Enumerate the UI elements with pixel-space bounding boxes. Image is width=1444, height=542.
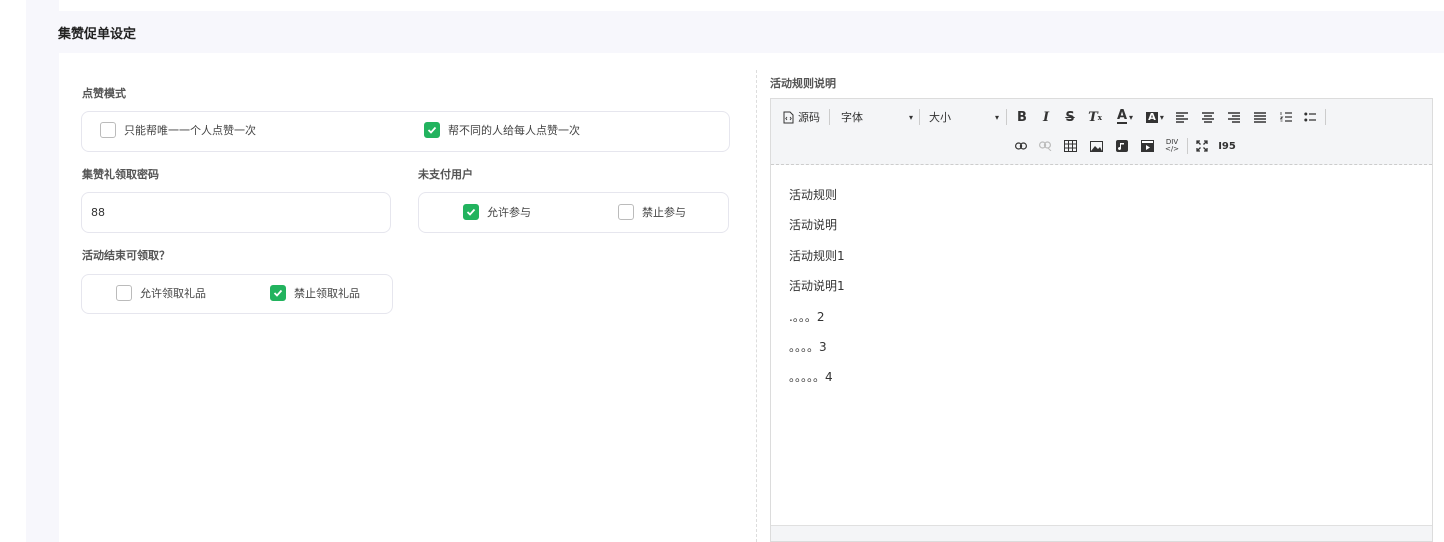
- checkbox-unchecked-icon[interactable]: [100, 122, 116, 138]
- after-end-label: 活动结束可领取？: [82, 249, 170, 262]
- toolbar-separator: [1006, 109, 1007, 125]
- link-icon[interactable]: [1014, 136, 1028, 156]
- after-end-option-deny-label: 禁止领取礼品: [294, 287, 360, 300]
- password-label: 集赞礼领取密码: [82, 168, 159, 181]
- font-size-dropdown-icon: ▾: [994, 112, 999, 122]
- source-button[interactable]: 源码: [783, 107, 820, 127]
- align-left-icon[interactable]: [1175, 107, 1189, 127]
- clear-format-icon[interactable]: Tx: [1087, 107, 1103, 127]
- source-code-icon: [783, 111, 794, 123]
- rules-label: 活动规则说明: [770, 77, 836, 90]
- ordered-list-icon[interactable]: [1279, 107, 1293, 127]
- like-mode-option-multi[interactable]: 帮不同的人给每人点赞一次: [424, 122, 580, 138]
- content-line[interactable]: 活动规则1: [789, 247, 845, 264]
- editor-toolbar: 源码 字体 ▾ 大小 ▾ B I S Tx A ▾ A ▾ DIV </> I9…: [771, 99, 1432, 165]
- div-code-icon[interactable]: DIV </>: [1165, 136, 1179, 156]
- video-icon[interactable]: [1140, 136, 1154, 156]
- font-color-icon[interactable]: A ▾: [1113, 107, 1137, 127]
- password-input[interactable]: 88: [81, 192, 391, 233]
- strikethrough-icon[interactable]: S: [1063, 107, 1077, 127]
- top-band: [59, 0, 1444, 11]
- editor-resize-bar[interactable]: [771, 525, 1432, 541]
- like-mode-option-multi-label: 帮不同的人给每人点赞一次: [448, 124, 580, 137]
- column-divider: [756, 70, 757, 542]
- left-band: [26, 0, 59, 542]
- source-button-label: 源码: [798, 111, 820, 124]
- font-family-select-label: 字体: [841, 111, 863, 124]
- section-title: 集赞促单设定: [58, 27, 137, 42]
- checkbox-unchecked-icon[interactable]: [116, 285, 132, 301]
- unpaid-option-allow[interactable]: 允许参与: [463, 204, 531, 220]
- italic-icon[interactable]: I: [1039, 107, 1053, 127]
- content-line[interactable]: 活动规则: [789, 186, 837, 203]
- table-icon[interactable]: [1063, 136, 1077, 156]
- html-preview-icon[interactable]: I95: [1218, 136, 1236, 156]
- checkbox-checked-icon[interactable]: [270, 285, 286, 301]
- checkbox-checked-icon[interactable]: [424, 122, 440, 138]
- password-value: 88: [91, 206, 105, 219]
- content-line[interactable]: 活动说明: [789, 216, 837, 233]
- align-justify-icon[interactable]: [1253, 107, 1267, 127]
- checkbox-checked-icon[interactable]: [463, 204, 479, 220]
- content-line[interactable]: .。。。2: [789, 308, 824, 325]
- after-end-option-allow-label: 允许领取礼品: [140, 287, 206, 300]
- unordered-list-icon[interactable]: [1303, 107, 1317, 127]
- section-header: 集赞促单设定: [26, 11, 1444, 53]
- content-line[interactable]: 。。。。3: [789, 338, 827, 355]
- unlink-icon[interactable]: [1038, 136, 1052, 156]
- bold-icon[interactable]: B: [1015, 107, 1029, 127]
- content-line[interactable]: 。。。。。4: [789, 368, 833, 385]
- image-icon[interactable]: [1089, 136, 1103, 156]
- unpaid-option-allow-label: 允许参与: [487, 206, 531, 219]
- toolbar-separator: [1187, 138, 1188, 154]
- after-end-option-deny[interactable]: 禁止领取礼品: [270, 285, 360, 301]
- like-mode-option-single-label: 只能帮唯一一个人点赞一次: [124, 124, 256, 137]
- fullscreen-icon[interactable]: [1195, 136, 1209, 156]
- font-size-select-label: 大小: [929, 111, 951, 124]
- font-family-select[interactable]: 字体 ▾: [841, 107, 913, 127]
- like-mode-label: 点赞模式: [82, 87, 126, 100]
- checkbox-unchecked-icon[interactable]: [618, 204, 634, 220]
- toolbar-separator: [919, 109, 920, 125]
- background-color-icon[interactable]: A ▾: [1143, 107, 1167, 127]
- align-right-icon[interactable]: [1227, 107, 1241, 127]
- content-line[interactable]: 活动说明1: [789, 277, 845, 294]
- align-center-icon[interactable]: [1201, 107, 1215, 127]
- audio-icon[interactable]: [1115, 136, 1129, 156]
- after-end-option-allow[interactable]: 允许领取礼品: [116, 285, 206, 301]
- toolbar-separator: [1325, 109, 1326, 125]
- unpaid-option-deny-label: 禁止参与: [642, 206, 686, 219]
- sidebar-strip: [0, 0, 26, 542]
- rich-text-editor: 源码 字体 ▾ 大小 ▾ B I S Tx A ▾ A ▾ DIV </> I9…: [770, 98, 1433, 542]
- toolbar-separator: [829, 109, 830, 125]
- unpaid-label: 未支付用户: [418, 168, 473, 181]
- unpaid-option-deny[interactable]: 禁止参与: [618, 204, 686, 220]
- font-size-select[interactable]: 大小 ▾: [929, 107, 999, 127]
- like-mode-option-single[interactable]: 只能帮唯一一个人点赞一次: [100, 122, 256, 138]
- font-family-dropdown-icon: ▾: [908, 112, 913, 122]
